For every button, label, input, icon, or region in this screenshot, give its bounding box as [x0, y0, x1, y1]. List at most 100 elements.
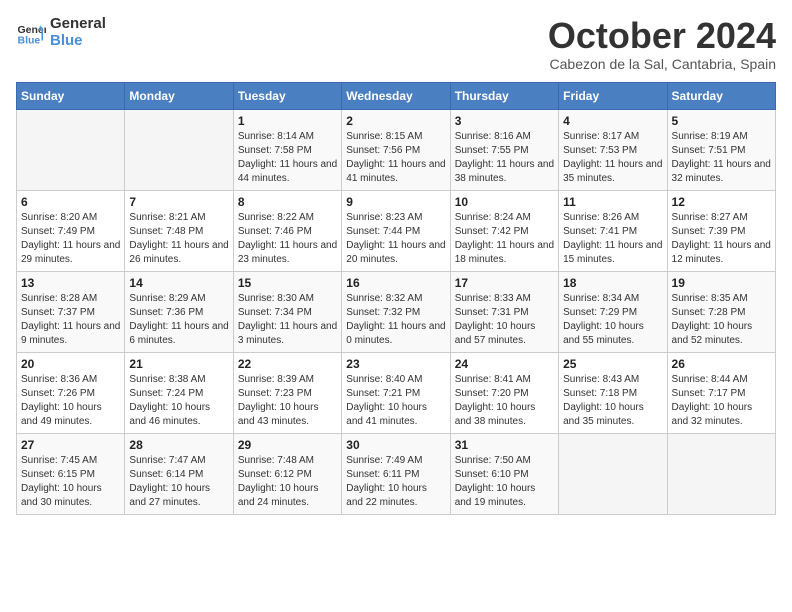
calendar-cell: 18Sunrise: 8:34 AMSunset: 7:29 PMDayligh… [559, 271, 667, 352]
day-info: Sunrise: 8:38 AMSunset: 7:24 PMDaylight:… [129, 373, 228, 429]
day-number: 20 [21, 357, 120, 371]
day-number: 1 [238, 114, 337, 128]
calendar-week-5: 27 Sunrise: 7:45 AMSunset: 6:15 PMDayligh… [17, 433, 776, 514]
day-info: Sunrise: 8:28 AMSunset: 7:37 PMDaylight:… [21, 292, 120, 348]
calendar-cell: 12 Sunrise: 8:27 AMSunset: 7:39 PMDayligh… [667, 190, 775, 271]
calendar-week-1: 1Sunrise: 8:14 AMSunset: 7:58 PMDaylight… [17, 109, 776, 190]
calendar-cell: 15 Sunrise: 8:30 AMSunset: 7:34 PMDayligh… [233, 271, 341, 352]
day-number: 2 [346, 114, 445, 128]
calendar-cell [125, 109, 233, 190]
calendar-cell: 24Sunrise: 8:41 AMSunset: 7:20 PMDayligh… [450, 352, 558, 433]
calendar-cell [667, 433, 775, 514]
calendar-cell: 16 Sunrise: 8:32 AMSunset: 7:32 PMDayligh… [342, 271, 450, 352]
day-number: 22 [238, 357, 337, 371]
day-info: Sunrise: 8:15 AMSunset: 7:56 PMDaylight:… [346, 130, 445, 186]
page-header: General Blue General Blue October 2024 C… [16, 16, 776, 72]
calendar-cell: 21 Sunrise: 8:38 AMSunset: 7:24 PMDayligh… [125, 352, 233, 433]
col-header-friday: Friday [559, 82, 667, 109]
day-info: Sunrise: 8:30 AMSunset: 7:34 PMDaylight:… [238, 292, 337, 348]
logo: General Blue General Blue [16, 16, 106, 49]
day-info: Sunrise: 8:29 AMSunset: 7:36 PMDaylight:… [129, 292, 228, 348]
day-number: 3 [455, 114, 554, 128]
logo-icon: General Blue [16, 18, 46, 48]
calendar-week-3: 13 Sunrise: 8:28 AMSunset: 7:37 PMDayligh… [17, 271, 776, 352]
day-info: Sunrise: 8:41 AMSunset: 7:20 PMDaylight:… [455, 373, 554, 429]
calendar-cell: 2 Sunrise: 8:15 AMSunset: 7:56 PMDaylight… [342, 109, 450, 190]
calendar-cell: 29 Sunrise: 7:48 AMSunset: 6:12 PMDayligh… [233, 433, 341, 514]
logo-blue: Blue [50, 33, 106, 50]
title-block: October 2024 Cabezon de la Sal, Cantabri… [548, 16, 776, 72]
calendar-cell: 7Sunrise: 8:21 AMSunset: 7:48 PMDaylight… [125, 190, 233, 271]
day-number: 12 [672, 195, 771, 209]
svg-text:Blue: Blue [18, 34, 41, 46]
day-info: Sunrise: 7:48 AMSunset: 6:12 PMDaylight:… [238, 454, 337, 510]
day-info: Sunrise: 8:21 AMSunset: 7:48 PMDaylight:… [129, 211, 228, 267]
day-number: 17 [455, 276, 554, 290]
day-info: Sunrise: 8:33 AMSunset: 7:31 PMDaylight:… [455, 292, 554, 348]
day-number: 18 [563, 276, 662, 290]
calendar-cell: 26 Sunrise: 8:44 AMSunset: 7:17 PMDayligh… [667, 352, 775, 433]
calendar-cell: 11 Sunrise: 8:26 AMSunset: 7:41 PMDayligh… [559, 190, 667, 271]
day-number: 23 [346, 357, 445, 371]
logo-general: General [50, 16, 106, 33]
day-info: Sunrise: 8:32 AMSunset: 7:32 PMDaylight:… [346, 292, 445, 348]
day-number: 29 [238, 438, 337, 452]
day-info: Sunrise: 8:16 AMSunset: 7:55 PMDaylight:… [455, 130, 554, 186]
day-info: Sunrise: 8:43 AMSunset: 7:18 PMDaylight:… [563, 373, 662, 429]
day-number: 25 [563, 357, 662, 371]
day-number: 13 [21, 276, 120, 290]
day-number: 4 [563, 114, 662, 128]
col-header-tuesday: Tuesday [233, 82, 341, 109]
location-subtitle: Cabezon de la Sal, Cantabria, Spain [548, 56, 776, 72]
day-info: Sunrise: 8:27 AMSunset: 7:39 PMDaylight:… [672, 211, 771, 267]
calendar-body: 1Sunrise: 8:14 AMSunset: 7:58 PMDaylight… [17, 109, 776, 514]
calendar-cell: 17 Sunrise: 8:33 AMSunset: 7:31 PMDayligh… [450, 271, 558, 352]
calendar-week-2: 6 Sunrise: 8:20 AMSunset: 7:49 PMDaylight… [17, 190, 776, 271]
day-info: Sunrise: 8:17 AMSunset: 7:53 PMDaylight:… [563, 130, 662, 186]
day-number: 30 [346, 438, 445, 452]
day-number: 16 [346, 276, 445, 290]
month-title: October 2024 [548, 16, 776, 56]
day-info: Sunrise: 8:23 AMSunset: 7:44 PMDaylight:… [346, 211, 445, 267]
day-info: Sunrise: 8:44 AMSunset: 7:17 PMDaylight:… [672, 373, 771, 429]
day-info: Sunrise: 7:50 AMSunset: 6:10 PMDaylight:… [455, 454, 554, 510]
day-number: 19 [672, 276, 771, 290]
calendar-cell: 13 Sunrise: 8:28 AMSunset: 7:37 PMDayligh… [17, 271, 125, 352]
day-info: Sunrise: 8:20 AMSunset: 7:49 PMDaylight:… [21, 211, 120, 267]
calendar-cell: 23 Sunrise: 8:40 AMSunset: 7:21 PMDayligh… [342, 352, 450, 433]
day-info: Sunrise: 8:24 AMSunset: 7:42 PMDaylight:… [455, 211, 554, 267]
day-number: 6 [21, 195, 120, 209]
day-info: Sunrise: 7:47 AMSunset: 6:14 PMDaylight:… [129, 454, 228, 510]
day-number: 31 [455, 438, 554, 452]
col-header-sunday: Sunday [17, 82, 125, 109]
day-number: 10 [455, 195, 554, 209]
day-number: 26 [672, 357, 771, 371]
calendar-cell [559, 433, 667, 514]
day-info: Sunrise: 8:39 AMSunset: 7:23 PMDaylight:… [238, 373, 337, 429]
calendar-cell: 8Sunrise: 8:22 AMSunset: 7:46 PMDaylight… [233, 190, 341, 271]
day-info: Sunrise: 7:45 AMSunset: 6:15 PMDaylight:… [21, 454, 120, 510]
day-info: Sunrise: 8:26 AMSunset: 7:41 PMDaylight:… [563, 211, 662, 267]
calendar-cell: 27 Sunrise: 7:45 AMSunset: 6:15 PMDayligh… [17, 433, 125, 514]
day-number: 27 [21, 438, 120, 452]
day-number: 14 [129, 276, 228, 290]
calendar-cell: 20 Sunrise: 8:36 AMSunset: 7:26 PMDayligh… [17, 352, 125, 433]
col-header-saturday: Saturday [667, 82, 775, 109]
calendar-cell: 9 Sunrise: 8:23 AMSunset: 7:44 PMDaylight… [342, 190, 450, 271]
calendar-cell: 3 Sunrise: 8:16 AMSunset: 7:55 PMDaylight… [450, 109, 558, 190]
calendar-cell: 6 Sunrise: 8:20 AMSunset: 7:49 PMDaylight… [17, 190, 125, 271]
day-number: 28 [129, 438, 228, 452]
calendar-cell: 19Sunrise: 8:35 AMSunset: 7:28 PMDayligh… [667, 271, 775, 352]
calendar-header-row: SundayMondayTuesdayWednesdayThursdayFrid… [17, 82, 776, 109]
calendar-cell: 22 Sunrise: 8:39 AMSunset: 7:23 PMDayligh… [233, 352, 341, 433]
day-info: Sunrise: 8:36 AMSunset: 7:26 PMDaylight:… [21, 373, 120, 429]
day-number: 11 [563, 195, 662, 209]
day-info: Sunrise: 8:19 AMSunset: 7:51 PMDaylight:… [672, 130, 771, 186]
day-number: 21 [129, 357, 228, 371]
day-number: 15 [238, 276, 337, 290]
day-number: 9 [346, 195, 445, 209]
calendar-cell: 10 Sunrise: 8:24 AMSunset: 7:42 PMDayligh… [450, 190, 558, 271]
calendar-cell: 25 Sunrise: 8:43 AMSunset: 7:18 PMDayligh… [559, 352, 667, 433]
calendar-cell: 5Sunrise: 8:19 AMSunset: 7:51 PMDaylight… [667, 109, 775, 190]
day-info: Sunrise: 8:40 AMSunset: 7:21 PMDaylight:… [346, 373, 445, 429]
